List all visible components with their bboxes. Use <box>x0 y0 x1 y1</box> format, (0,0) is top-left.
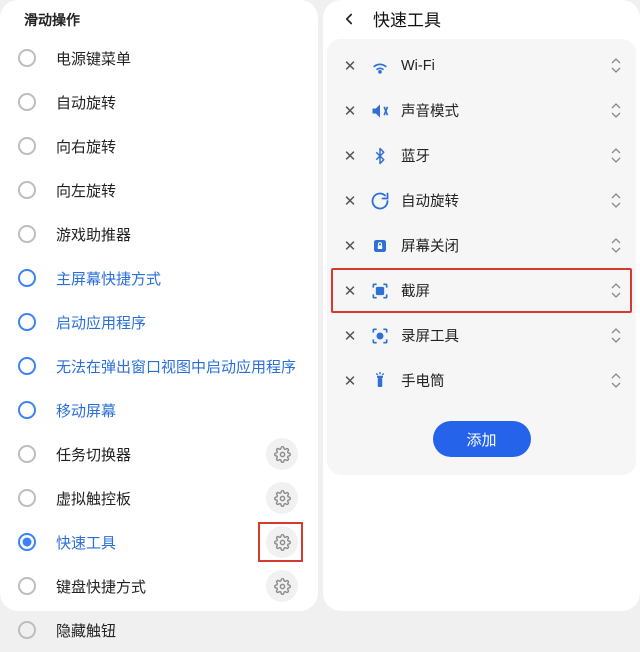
radio-button[interactable] <box>18 49 36 67</box>
close-icon[interactable]: ✕ <box>341 147 359 165</box>
wifi-icon <box>369 55 391 77</box>
reorder-handle[interactable] <box>608 192 624 210</box>
option-label: 无法在弹出窗口视图中启动应用程序 <box>56 356 306 377</box>
gear-icon[interactable] <box>266 438 298 470</box>
right-title: 快速工具 <box>373 6 441 31</box>
tool-label: 截屏 <box>401 280 608 301</box>
option-label: 主屏幕快捷方式 <box>56 268 306 289</box>
radio-button[interactable] <box>18 93 36 111</box>
radio-button[interactable] <box>18 489 36 507</box>
reorder-handle[interactable] <box>608 372 624 390</box>
tool-label: 录屏工具 <box>401 325 608 346</box>
left-header: 滑动操作 <box>0 0 318 36</box>
screenshot-icon <box>369 280 391 302</box>
option-label: 向右旋转 <box>56 136 306 157</box>
option-label: 电源键菜单 <box>56 48 306 69</box>
close-icon[interactable]: ✕ <box>341 192 359 210</box>
option-row[interactable]: 电源键菜单 <box>18 36 306 80</box>
option-row[interactable]: 自动旋转 <box>18 80 306 124</box>
radio-button[interactable] <box>18 577 36 595</box>
back-icon[interactable] <box>337 7 361 31</box>
left-options-list: 电源键菜单自动旋转向右旋转向左旋转游戏助推器主屏幕快捷方式启动应用程序无法在弹出… <box>0 36 318 652</box>
reorder-handle[interactable] <box>608 282 624 300</box>
reorder-handle[interactable] <box>608 237 624 255</box>
radio-button[interactable] <box>18 401 36 419</box>
option-row[interactable]: 快速工具 <box>18 520 306 564</box>
highlight-box <box>258 522 303 562</box>
option-label: 虚拟触控板 <box>56 488 266 509</box>
left-pane: 滑动操作 电源键菜单自动旋转向右旋转向左旋转游戏助推器主屏幕快捷方式启动应用程序… <box>0 0 318 611</box>
reorder-handle[interactable] <box>608 57 624 75</box>
option-label: 任务切换器 <box>56 444 266 465</box>
add-button[interactable]: 添加 <box>433 421 531 457</box>
tool-row[interactable]: ✕ 声音模式 <box>333 88 630 133</box>
radio-button[interactable] <box>18 313 36 331</box>
radio-button[interactable] <box>18 137 36 155</box>
option-label: 快速工具 <box>56 532 266 553</box>
tool-row[interactable]: ✕ 自动旋转 <box>333 178 630 223</box>
radio-button[interactable] <box>18 533 36 551</box>
close-icon[interactable]: ✕ <box>341 57 359 75</box>
gear-icon[interactable] <box>266 570 298 602</box>
reorder-handle[interactable] <box>608 327 624 345</box>
radio-button[interactable] <box>18 621 36 639</box>
tool-row[interactable]: ✕ 截屏 <box>331 268 632 313</box>
close-icon[interactable]: ✕ <box>341 327 359 345</box>
option-label: 启动应用程序 <box>56 312 306 333</box>
close-icon[interactable]: ✕ <box>341 102 359 120</box>
tool-label: 声音模式 <box>401 100 608 121</box>
radio-button[interactable] <box>18 269 36 287</box>
close-icon[interactable]: ✕ <box>341 237 359 255</box>
tool-row[interactable]: ✕ 录屏工具 <box>333 313 630 358</box>
tool-label: 自动旋转 <box>401 190 608 211</box>
tool-row[interactable]: ✕ 屏幕关闭 <box>333 223 630 268</box>
tool-row[interactable]: ✕ Wi-Fi <box>333 43 630 88</box>
radio-button[interactable] <box>18 357 36 375</box>
reorder-handle[interactable] <box>608 102 624 120</box>
option-row[interactable]: 游戏助推器 <box>18 212 306 256</box>
option-row[interactable]: 移动屏幕 <box>18 388 306 432</box>
tool-label: 手电筒 <box>401 370 608 391</box>
option-label: 向左旋转 <box>56 180 306 201</box>
option-row[interactable]: 任务切换器 <box>18 432 306 476</box>
add-button-label: 添加 <box>466 429 496 450</box>
flashlight-icon <box>369 370 391 392</box>
option-label: 隐藏触钮 <box>56 620 306 641</box>
right-pane: 快速工具 ✕ Wi-Fi ✕ 声音模式 ✕ 蓝牙 ✕ 自动旋转 ✕ 屏幕关闭 ✕ 截屏 ✕ 录屏工具 ✕ 手电… <box>323 0 640 611</box>
radio-button[interactable] <box>18 225 36 243</box>
radio-button[interactable] <box>18 445 36 463</box>
tools-panel: ✕ Wi-Fi ✕ 声音模式 ✕ 蓝牙 ✕ 自动旋转 ✕ 屏幕关闭 ✕ 截屏 ✕ 录屏工具 ✕ 手电筒 添加 <box>327 39 636 475</box>
option-label: 游戏助推器 <box>56 224 306 245</box>
tool-label: 蓝牙 <box>401 145 608 166</box>
bluetooth-icon <box>369 145 391 167</box>
record-icon <box>369 325 391 347</box>
close-icon[interactable]: ✕ <box>341 282 359 300</box>
tool-label: 屏幕关闭 <box>401 235 608 256</box>
rotate-icon <box>369 190 391 212</box>
option-label: 自动旋转 <box>56 92 306 113</box>
right-header: 快速工具 <box>323 0 640 35</box>
option-row[interactable]: 主屏幕快捷方式 <box>18 256 306 300</box>
tool-row[interactable]: ✕ 蓝牙 <box>333 133 630 178</box>
option-row[interactable]: 虚拟触控板 <box>18 476 306 520</box>
reorder-handle[interactable] <box>608 147 624 165</box>
lock-icon <box>369 235 391 257</box>
option-row[interactable]: 启动应用程序 <box>18 300 306 344</box>
sound-icon <box>369 100 391 122</box>
radio-button[interactable] <box>18 181 36 199</box>
option-row[interactable]: 隐藏触钮 <box>18 608 306 652</box>
tool-label: Wi-Fi <box>401 58 608 74</box>
tool-row[interactable]: ✕ 手电筒 <box>333 358 630 403</box>
option-row[interactable]: 向右旋转 <box>18 124 306 168</box>
gear-icon[interactable] <box>266 482 298 514</box>
option-row[interactable]: 键盘快捷方式 <box>18 564 306 608</box>
option-row[interactable]: 无法在弹出窗口视图中启动应用程序 <box>18 344 306 388</box>
option-label: 移动屏幕 <box>56 400 306 421</box>
option-label: 键盘快捷方式 <box>56 576 266 597</box>
option-row[interactable]: 向左旋转 <box>18 168 306 212</box>
close-icon[interactable]: ✕ <box>341 372 359 390</box>
